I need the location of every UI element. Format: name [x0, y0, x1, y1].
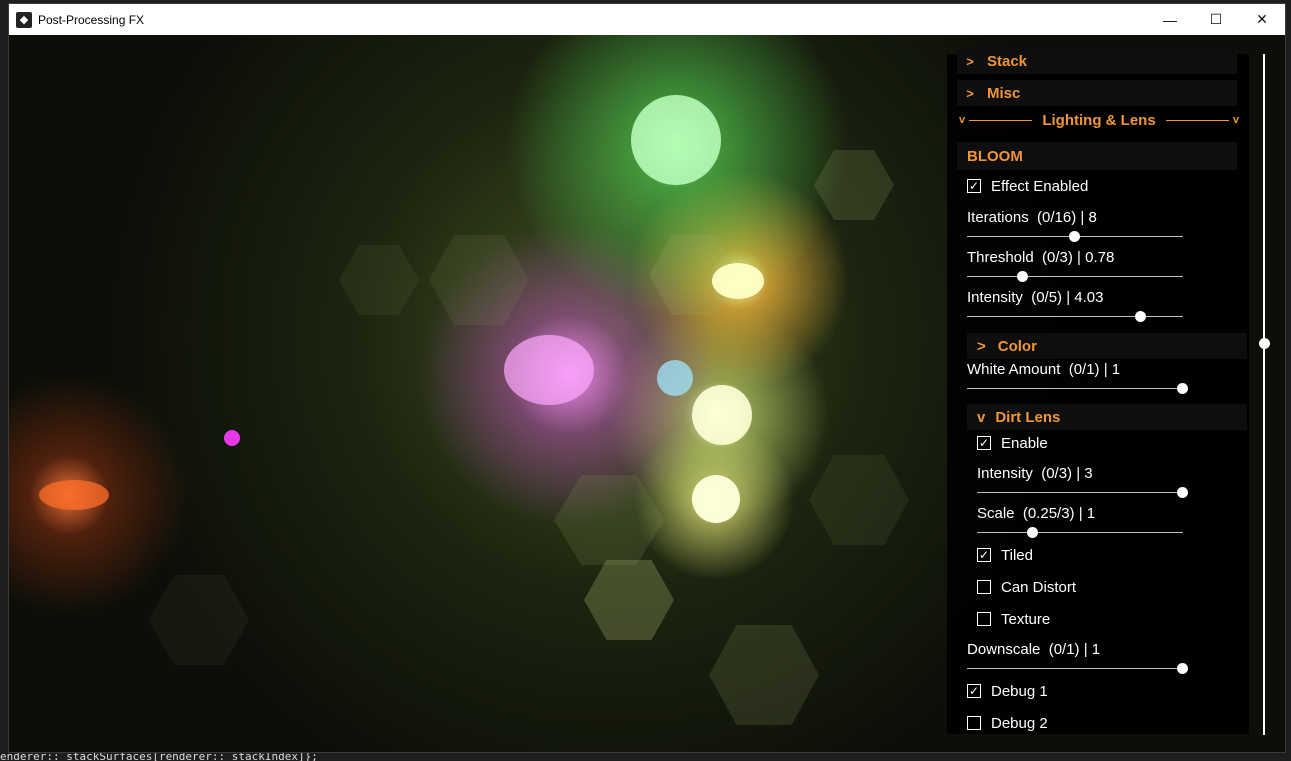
iterations-label: Iterations (0/16) | 8: [967, 209, 1097, 226]
white-amount-slider[interactable]: [967, 388, 1183, 389]
section-lighting-lens[interactable]: v Lighting & Lens v: [947, 109, 1247, 131]
chevron-right-icon: >: [977, 337, 986, 355]
effect-enabled-label: Effect Enabled: [991, 177, 1089, 195]
tiled-checkbox[interactable]: ✓ Tiled: [977, 545, 1033, 565]
checkbox-box: ✓: [977, 548, 991, 562]
section-lighting-lens-label: Lighting & Lens: [1042, 111, 1156, 129]
light-orb-magenta: [224, 430, 240, 446]
section-color-label: Color: [997, 337, 1037, 355]
dirt-intensity-slider-handle[interactable]: [1177, 487, 1188, 498]
divider: [1165, 119, 1229, 121]
intensity-slider[interactable]: [967, 316, 1183, 317]
tiled-label: Tiled: [1001, 546, 1033, 564]
bokeh-hexagon: [554, 475, 664, 565]
checkbox-box: [967, 716, 981, 730]
chevron-right-icon: >: [966, 85, 974, 101]
background-editor: [0, 0, 8, 761]
light-orb-white: [692, 385, 752, 445]
section-dirt-lens-header[interactable]: v Dirt Lens: [977, 407, 1060, 427]
scale-label: Scale (0.25/3) | 1: [977, 505, 1096, 522]
panel-scrollbar[interactable]: [1263, 54, 1265, 735]
scale-slider[interactable]: [977, 532, 1183, 533]
light-orb-cyan: [657, 360, 693, 396]
checkbox-box: [977, 580, 991, 594]
section-stack[interactable]: > Stack: [957, 48, 1237, 74]
app-window: ◆ Post-Processing FX — ☐ ✕ > Stack > Mis…: [8, 3, 1286, 753]
white-amount-slider-handle[interactable]: [1177, 383, 1188, 394]
title-bar[interactable]: ◆ Post-Processing FX — ☐ ✕: [9, 4, 1285, 35]
section-stack-label: Stack: [987, 52, 1028, 70]
light-orb-small: [692, 475, 740, 523]
divider: [969, 119, 1033, 121]
settings-panel: > Stack > Misc v Lighting & Lens v BLOOM…: [947, 48, 1249, 734]
intensity-label: Intensity (0/5) | 4.03: [967, 289, 1104, 306]
checkbox-box: ✓: [967, 179, 981, 193]
texture-checkbox[interactable]: Texture: [977, 609, 1050, 629]
window-controls: — ☐ ✕: [1147, 4, 1285, 35]
light-orb-green: [631, 95, 721, 185]
section-misc[interactable]: > Misc: [957, 80, 1237, 106]
effect-enabled-checkbox[interactable]: ✓ Effect Enabled: [967, 176, 1088, 196]
dirt-enable-checkbox[interactable]: ✓ Enable: [977, 433, 1048, 453]
light-orb-yellow: [712, 263, 764, 299]
panel-scrollbar-thumb[interactable]: [1259, 338, 1270, 349]
chevron-down-icon: v: [977, 408, 986, 426]
section-misc-label: Misc: [987, 84, 1021, 102]
bloom-header: BLOOM: [957, 142, 1237, 170]
background-editor-code-line: enderer::_stackSurfaces[renderer::_stack…: [0, 753, 1291, 761]
debug2-label: Debug 2: [991, 714, 1048, 732]
dirt-intensity-label: Intensity (0/3) | 3: [977, 465, 1093, 482]
debug1-checkbox[interactable]: ✓ Debug 1: [967, 681, 1048, 701]
threshold-slider[interactable]: [967, 276, 1183, 277]
maximize-button[interactable]: ☐: [1193, 4, 1239, 35]
chevron-down-icon: v: [959, 114, 966, 126]
bloom-label: BLOOM: [967, 147, 1023, 165]
threshold-label: Threshold (0/3) | 0.78: [967, 249, 1115, 266]
downscale-label: Downscale (0/1) | 1: [967, 641, 1101, 658]
bokeh-hexagon: [809, 455, 909, 545]
bokeh-hexagon: [814, 150, 894, 220]
checkbox-box: ✓: [977, 436, 991, 450]
dirt-intensity-slider[interactable]: [977, 492, 1183, 493]
downscale-slider-handle[interactable]: [1177, 663, 1188, 674]
intensity-slider-handle[interactable]: [1135, 311, 1146, 322]
bokeh-hexagon: [429, 235, 529, 325]
dirt-enable-label: Enable: [1001, 434, 1048, 452]
close-button[interactable]: ✕: [1239, 4, 1285, 35]
chevron-right-icon: >: [966, 53, 974, 69]
checkbox-box: ✓: [967, 684, 981, 698]
window-title: Post-Processing FX: [38, 12, 145, 27]
texture-label: Texture: [1001, 610, 1051, 628]
background-editor-right: [1286, 0, 1291, 761]
app-icon: ◆: [16, 11, 32, 28]
iterations-slider-handle[interactable]: [1069, 231, 1080, 242]
threshold-slider-handle[interactable]: [1017, 271, 1028, 282]
section-color-header[interactable]: > Color: [977, 336, 1037, 356]
can-distort-checkbox[interactable]: Can Distort: [977, 577, 1076, 597]
can-distort-label: Can Distort: [1001, 578, 1077, 596]
light-orb-orange: [39, 480, 109, 510]
section-dirt-lens-label: Dirt Lens: [995, 408, 1061, 426]
downscale-slider[interactable]: [967, 668, 1183, 669]
bokeh-hexagon: [149, 575, 249, 665]
white-amount-label: White Amount (0/1) | 1: [967, 361, 1121, 378]
bokeh-hexagon: [339, 245, 419, 315]
bokeh-hexagon: [709, 625, 819, 725]
bokeh-hexagon: [584, 560, 674, 640]
scale-slider-handle[interactable]: [1027, 527, 1038, 538]
checkbox-box: [977, 612, 991, 626]
minimize-button[interactable]: —: [1147, 4, 1193, 35]
debug2-checkbox[interactable]: Debug 2: [967, 713, 1048, 733]
debug1-label: Debug 1: [991, 682, 1048, 700]
light-orb-pink: [504, 335, 594, 405]
chevron-down-icon: v: [1232, 114, 1240, 126]
